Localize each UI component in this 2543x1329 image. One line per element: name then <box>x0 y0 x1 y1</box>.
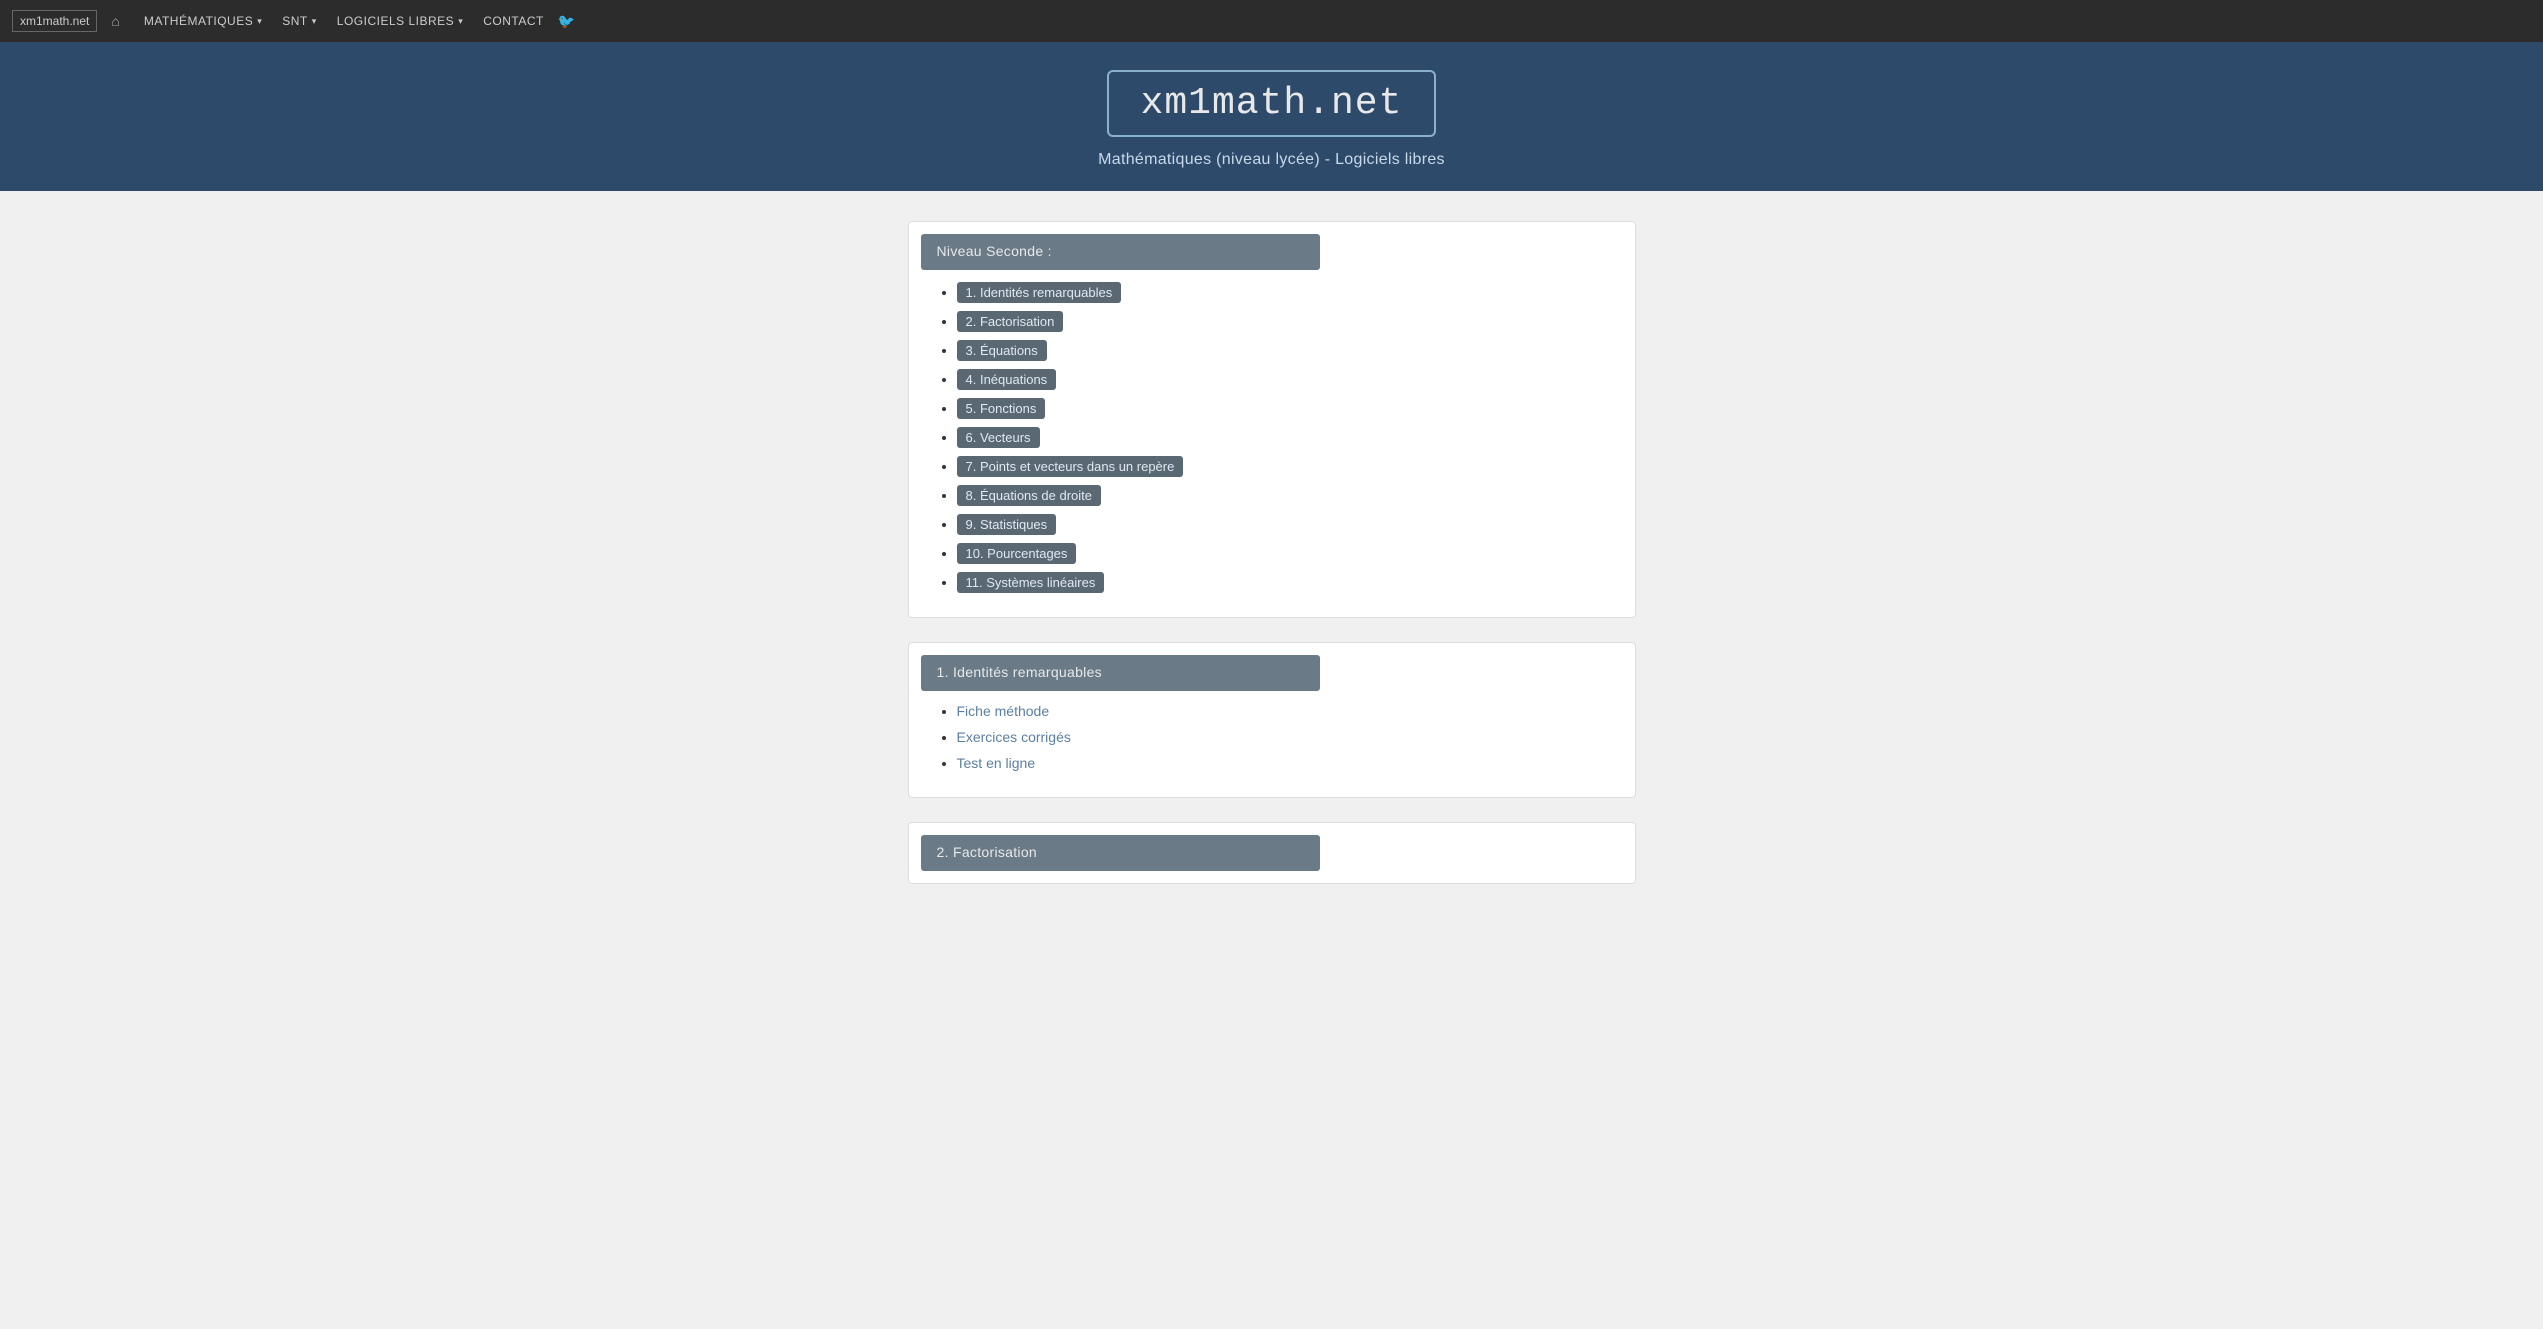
factorisation-header: 2. Factorisation <box>921 835 1320 871</box>
list-item: 7. Points et vecteurs dans un repère <box>957 456 1619 477</box>
identites-list: Fiche méthode Exercices corrigés Test en… <box>909 695 1635 797</box>
item-fonctions-link[interactable]: 5. Fonctions <box>957 398 1046 419</box>
logo-box: xm1math.net <box>1107 70 1437 137</box>
list-item: 9. Statistiques <box>957 514 1619 535</box>
list-item: Exercices corrigés <box>957 729 1619 747</box>
identites-header: 1. Identités remarquables <box>921 655 1320 691</box>
list-item: 1. Identités remarquables <box>957 282 1619 303</box>
list-item: 4. Inéquations <box>957 369 1619 390</box>
item-equations-link[interactable]: 3. Équations <box>957 340 1047 361</box>
header-subtitle: Mathématiques (niveau lycée) - Logiciels… <box>1098 151 1445 169</box>
exercices-corriges-link[interactable]: Exercices corrigés <box>957 729 1071 745</box>
logo-text: xm1math.net <box>1141 82 1403 125</box>
identites-section: 1. Identités remarquables Fiche méthode … <box>908 642 1636 798</box>
item-factorisation-link[interactable]: 2. Factorisation <box>957 311 1064 332</box>
list-item: Fiche méthode <box>957 703 1619 721</box>
list-item: 5. Fonctions <box>957 398 1619 419</box>
item-inequations-link[interactable]: 4. Inéquations <box>957 369 1057 390</box>
chevron-down-icon: ▾ <box>312 16 317 27</box>
nav-brand[interactable]: xm1math.net <box>12 10 97 32</box>
identites-title: 1. Identités remarquables <box>937 664 1102 680</box>
niveau-seconde-header: Niveau Seconde : <box>921 234 1320 270</box>
factorisation-section: 2. Factorisation <box>908 822 1636 884</box>
nav-item-mathematiques[interactable]: MATHÉMATIQUES ▾ <box>134 0 272 42</box>
home-icon[interactable]: ⌂ <box>111 13 119 29</box>
twitter-icon[interactable]: 🐦 <box>558 13 575 30</box>
nav-item-snt[interactable]: SNT ▾ <box>272 0 327 42</box>
fiche-methode-link[interactable]: Fiche méthode <box>957 703 1050 719</box>
list-item: 8. Équations de droite <box>957 485 1619 506</box>
list-item: 6. Vecteurs <box>957 427 1619 448</box>
niveau-seconde-list: 1. Identités remarquables 2. Factorisati… <box>909 274 1635 617</box>
item-pourcentages-link[interactable]: 10. Pourcentages <box>957 543 1077 564</box>
nav-item-contact[interactable]: CONTACT <box>473 0 554 42</box>
list-item: Test en ligne <box>957 755 1619 773</box>
header-banner: xm1math.net Mathématiques (niveau lycée)… <box>0 42 2543 191</box>
list-item: 10. Pourcentages <box>957 543 1619 564</box>
list-item: 3. Équations <box>957 340 1619 361</box>
chevron-down-icon: ▾ <box>257 16 262 27</box>
item-identites-link[interactable]: 1. Identités remarquables <box>957 282 1122 303</box>
navbar: xm1math.net ⌂ MATHÉMATIQUES ▾ SNT ▾ LOGI… <box>0 0 2543 42</box>
list-item: 2. Factorisation <box>957 311 1619 332</box>
niveau-seconde-title: Niveau Seconde : <box>937 243 1052 259</box>
list-item: 11. Systèmes linéaires <box>957 572 1619 593</box>
item-vecteurs-link[interactable]: 6. Vecteurs <box>957 427 1040 448</box>
item-points-vecteurs-link[interactable]: 7. Points et vecteurs dans un repère <box>957 456 1184 477</box>
item-eq-droite-link[interactable]: 8. Équations de droite <box>957 485 1101 506</box>
item-statistiques-link[interactable]: 9. Statistiques <box>957 514 1057 535</box>
nav-item-logiciels[interactable]: LOGICIELS LIBRES ▾ <box>327 0 473 42</box>
chevron-down-icon: ▾ <box>458 16 463 27</box>
item-systemes-link[interactable]: 11. Systèmes linéaires <box>957 572 1105 593</box>
main-content: Niveau Seconde : 1. Identités remarquabl… <box>892 221 1652 884</box>
factorisation-title: 2. Factorisation <box>937 844 1038 860</box>
niveau-seconde-section: Niveau Seconde : 1. Identités remarquabl… <box>908 221 1636 618</box>
test-en-ligne-link[interactable]: Test en ligne <box>957 755 1036 771</box>
